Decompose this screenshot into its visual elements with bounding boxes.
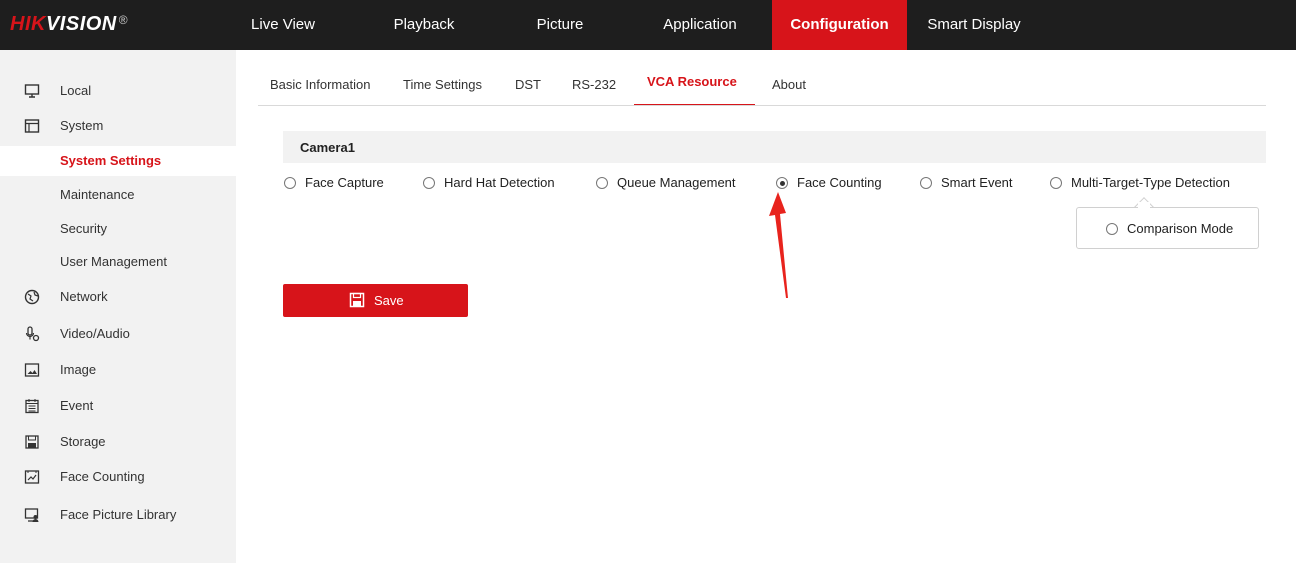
floppy-icon [25, 435, 39, 449]
radio-circle-icon [423, 177, 435, 189]
sidebar-item-user-management[interactable]: User Management [0, 247, 236, 277]
sidebar-item-storage[interactable]: Storage [0, 427, 236, 457]
tab-vca-resource[interactable]: VCA Resource [634, 60, 755, 106]
sidebar-item-face-counting[interactable]: Face Counting [0, 462, 236, 492]
sidebar-item-label: Maintenance [60, 187, 135, 202]
tab-dst[interactable]: DST [515, 62, 541, 104]
sidebar-item-label: System [60, 118, 104, 133]
nav-configuration[interactable]: Configuration [772, 0, 907, 50]
radio-label: Face Counting [797, 175, 882, 190]
sidebar-item-label: System Settings [60, 153, 162, 168]
nav-picture[interactable]: Picture [525, 0, 595, 50]
popup-pointer-mask [1138, 202, 1150, 212]
face-library-icon [24, 508, 39, 522]
sidebar-item-network[interactable]: Network [0, 282, 236, 312]
radio-label: Hard Hat Detection [444, 175, 555, 190]
radio-label: Smart Event [941, 175, 1013, 190]
microphone-icon [25, 326, 40, 342]
sidebar-item-label: Face Picture Library [60, 507, 177, 522]
sidebar-item-event[interactable]: Event [0, 391, 236, 421]
sidebar: Local System System Settings Maintenance… [0, 50, 236, 563]
save-button[interactable]: Save [283, 284, 468, 317]
sidebar-item-label: Event [60, 398, 94, 413]
tab-about[interactable]: About [772, 62, 806, 104]
radio-circle-icon [920, 177, 932, 189]
radio-label: Multi-Target-Type Detection [1071, 175, 1230, 190]
sidebar-item-label: Video/Audio [60, 326, 130, 341]
save-button-label: Save [374, 293, 404, 308]
sidebar-item-security[interactable]: Security [0, 214, 236, 244]
globe-icon [24, 289, 40, 305]
top-navigation-bar: HIKVISION ® Live View Playback Picture Ap… [0, 0, 1296, 50]
hikvision-logo: HIKVISION ® [10, 13, 129, 35]
floppy-save-icon [349, 292, 365, 308]
image-icon [24, 363, 40, 377]
monitor-icon [24, 84, 40, 98]
sidebar-item-label: Image [60, 362, 97, 377]
comparison-mode-popup: Comparison Mode [1076, 207, 1259, 249]
sidebar-item-maintenance[interactable]: Maintenance [0, 180, 236, 210]
nav-smart-display[interactable]: Smart Display [918, 0, 1030, 50]
sidebar-item-system[interactable]: System [0, 111, 236, 141]
sidebar-item-label: Network [60, 289, 108, 304]
radio-label: Face Capture [305, 175, 384, 190]
sidebar-item-label: User Management [60, 254, 167, 269]
sidebar-item-local[interactable]: Local [0, 76, 236, 106]
nav-application[interactable]: Application [650, 0, 750, 50]
tab-divider [258, 105, 1266, 106]
nav-playback[interactable]: Playback [385, 0, 463, 50]
sidebar-item-label: Face Counting [60, 469, 145, 484]
nav-live-view[interactable]: Live View [245, 0, 321, 50]
radio-selected-icon [776, 177, 788, 189]
sidebar-item-image[interactable]: Image [0, 355, 236, 385]
radio-circle-icon [284, 177, 296, 189]
annotation-arrow-icon [769, 192, 788, 298]
tab-rs-232[interactable]: RS-232 [572, 62, 616, 104]
tab-time-settings[interactable]: Time Settings [403, 62, 482, 104]
radio-circle-icon [596, 177, 608, 189]
radio-circle-icon [1106, 223, 1118, 235]
camera-title: Camera1 [300, 140, 355, 155]
sidebar-item-label: Local [60, 83, 92, 98]
radio-label: Queue Management [617, 175, 736, 190]
tab-basic-information[interactable]: Basic Information [270, 62, 370, 104]
system-icon [24, 119, 40, 133]
sidebar-item-system-settings[interactable]: System Settings [0, 146, 236, 176]
radio-circle-icon [1050, 177, 1062, 189]
sidebar-item-label: Security [60, 221, 107, 236]
sidebar-item-face-picture-library[interactable]: Face Picture Library [0, 500, 236, 530]
calendar-icon [25, 399, 39, 414]
sidebar-item-video-audio[interactable]: Video/Audio [0, 319, 236, 349]
sidebar-item-label: Storage [60, 434, 106, 449]
camera-section-header: Camera1 [283, 131, 1266, 163]
chart-icon [24, 470, 40, 484]
radio-label: Comparison Mode [1127, 221, 1234, 236]
